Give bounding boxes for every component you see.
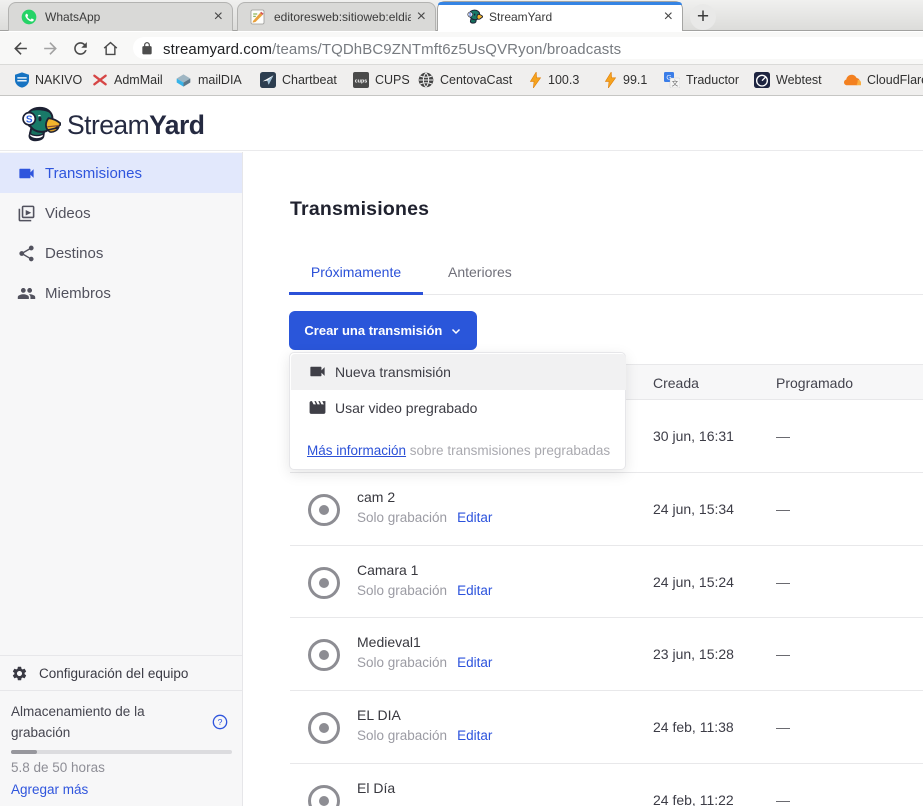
svg-text:S: S (469, 12, 472, 17)
svg-text:cups: cups (355, 78, 367, 84)
svg-text:?: ? (218, 717, 223, 727)
svg-text:文: 文 (672, 79, 679, 88)
svg-text:S: S (26, 114, 33, 125)
